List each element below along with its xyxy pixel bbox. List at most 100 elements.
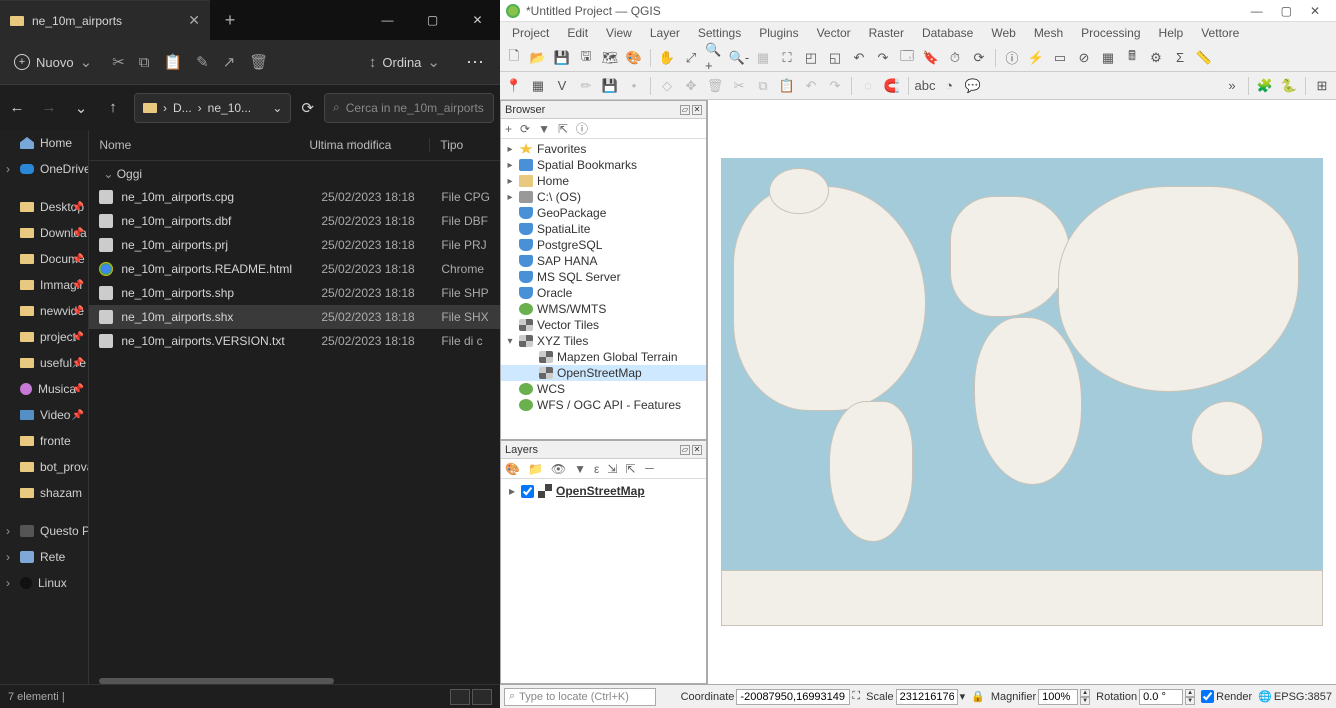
breadcrumb-part1[interactable]: D...	[173, 101, 192, 115]
zoom-in-icon[interactable]: 🔍+	[705, 48, 725, 68]
menu-layer[interactable]: Layer	[642, 24, 688, 42]
close-button[interactable]: ✕	[1310, 4, 1320, 18]
coord-input[interactable]	[736, 689, 850, 705]
zoom-full-icon[interactable]: ⛶	[777, 48, 797, 68]
search-box[interactable]: ⌕ Cerca in ne_10m_airports	[324, 93, 494, 123]
layer-item[interactable]: ▸ OpenStreetMap	[501, 481, 706, 501]
minimize-button[interactable]: —	[1251, 4, 1263, 18]
rename-icon[interactable]: ✎	[196, 53, 209, 71]
deselect-icon[interactable]: ⊘	[1074, 48, 1094, 68]
maximize-button[interactable]: ▢	[1281, 4, 1292, 18]
browser-item[interactable]: Mapzen Global Terrain	[501, 349, 706, 365]
col-type[interactable]: Tipo	[429, 138, 490, 152]
browser-item[interactable]: ▸Home	[501, 173, 706, 189]
maximize-button[interactable]: ▢	[410, 0, 455, 40]
paste-icon[interactable]: 📋	[163, 53, 182, 71]
zoom-out-icon[interactable]: 🔍-	[729, 48, 749, 68]
zoom-native-icon[interactable]: ▦	[753, 48, 773, 68]
browser-item[interactable]: SAP HANA	[501, 253, 706, 269]
style-icon[interactable]: 🎨	[505, 462, 520, 476]
expand-icon[interactable]: ▸	[505, 176, 515, 187]
new-tab-button[interactable]: +	[210, 10, 250, 31]
extent-icon[interactable]: ⛶	[852, 690, 860, 703]
copy-feature-icon[interactable]: ⧉	[753, 76, 773, 96]
refresh-button[interactable]: ⟳	[301, 99, 314, 117]
file-row[interactable]: ne_10m_airports.shp25/02/2023 18:18File …	[89, 281, 500, 305]
annot-icon[interactable]: 💬	[963, 76, 983, 96]
browser-item[interactable]: GeoPackage	[501, 205, 706, 221]
zoom-selection-icon[interactable]: ◰	[801, 48, 821, 68]
nav-item[interactable]: newvide📌	[0, 298, 88, 324]
undo-icon[interactable]: ↶	[801, 76, 821, 96]
collapse-icon[interactable]: ⇱	[558, 122, 568, 136]
browser-item[interactable]: SpatiaLite	[501, 221, 706, 237]
back-button[interactable]: ←	[6, 99, 28, 116]
col-modified[interactable]: Ultima modifica	[309, 138, 429, 152]
close-panel-icon[interactable]: ✕	[692, 445, 702, 455]
breadcrumb-part2[interactable]: ne_10...	[208, 101, 251, 115]
vertex-icon[interactable]: ◇	[657, 76, 677, 96]
select-icon[interactable]: ▭	[1050, 48, 1070, 68]
locator-input[interactable]: ⌕ Type to locate (Ctrl+K)	[504, 688, 656, 706]
menu-edit[interactable]: Edit	[559, 24, 596, 42]
add-feature-icon[interactable]: •	[624, 76, 644, 96]
cut-icon[interactable]: ✂	[112, 53, 125, 71]
measure-icon[interactable]: 📏	[1194, 48, 1214, 68]
close-window-button[interactable]: ✕	[455, 0, 500, 40]
nav-item[interactable]: fronte	[0, 428, 88, 454]
nav-item[interactable]: shazam	[0, 480, 88, 506]
refresh-icon[interactable]: ⟳	[969, 48, 989, 68]
chevron-down-icon[interactable]: ⌄	[272, 101, 282, 115]
copy-icon[interactable]: ⧉	[139, 54, 150, 71]
close-panel-icon[interactable]: ✕	[692, 105, 702, 115]
nav-item[interactable]: Downloa📌	[0, 220, 88, 246]
browser-item[interactable]: PostgreSQL	[501, 237, 706, 253]
sort-button[interactable]: ↕ Ordina ⌄	[363, 49, 446, 75]
expand-icon[interactable]: ▸	[507, 484, 517, 498]
browser-item[interactable]: Oracle	[501, 285, 706, 301]
browser-item[interactable]: ▸Spatial Bookmarks	[501, 157, 706, 173]
file-row[interactable]: ne_10m_airports.prj25/02/2023 18:18File …	[89, 233, 500, 257]
action-icon[interactable]: ⚡	[1026, 48, 1046, 68]
menu-web[interactable]: Web	[983, 24, 1023, 42]
remove-layer-icon[interactable]: －	[644, 460, 656, 477]
add-layer-icon[interactable]: +	[505, 122, 512, 136]
nav-item[interactable]: Musica📌	[0, 376, 88, 402]
expand-icon[interactable]: ▸	[505, 160, 515, 171]
nav-item[interactable]: useful re📌	[0, 350, 88, 376]
visibility-icon[interactable]: 👁	[551, 462, 566, 476]
browser-item[interactable]: WCS	[501, 381, 706, 397]
render-checkbox[interactable]	[1201, 690, 1214, 703]
new-button[interactable]: + Nuovo ⌄	[8, 49, 98, 75]
open-project-icon[interactable]: 📂	[528, 48, 548, 68]
menu-project[interactable]: Project	[504, 24, 557, 42]
file-row[interactable]: ne_10m_airports.dbf25/02/2023 18:18File …	[89, 209, 500, 233]
digitize-icon[interactable]: ◌	[858, 76, 878, 96]
save-edits-icon[interactable]: 💾	[600, 76, 620, 96]
nav-item[interactable]: Desktop📌	[0, 194, 88, 220]
nav-item[interactable]: OneDrive -	[0, 156, 88, 182]
style-icon[interactable]: 🎨	[624, 48, 644, 68]
undock-icon[interactable]: ▱	[680, 445, 690, 455]
forward-button[interactable]: →	[38, 99, 60, 116]
nav-item[interactable]: Linux	[0, 570, 88, 596]
expand-toolbar-icon[interactable]: »	[1222, 76, 1242, 96]
tab-active[interactable]: ne_10m_airports ✕	[0, 0, 210, 40]
menu-settings[interactable]: Settings	[690, 24, 749, 42]
diagram-icon[interactable]: ◔	[939, 76, 959, 96]
expand-icon[interactable]: ▾	[505, 336, 515, 347]
identify-icon[interactable]: ⓘ	[1002, 48, 1022, 68]
menu-mesh[interactable]: Mesh	[1026, 24, 1071, 42]
share-icon[interactable]: ↗	[223, 53, 236, 71]
browser-item[interactable]: MS SQL Server	[501, 269, 706, 285]
expand-icon[interactable]: ▸	[505, 192, 515, 203]
pan-icon[interactable]: ✋	[657, 48, 677, 68]
filter-legend-icon[interactable]: ▼	[574, 462, 586, 476]
new-map-icon[interactable]: 🗔	[897, 48, 917, 68]
nav-item[interactable]: bot_prova	[0, 454, 88, 480]
filter-icon[interactable]: ▼	[538, 122, 550, 136]
nav-item[interactable]: Video📌	[0, 402, 88, 428]
properties-icon[interactable]: ⓘ	[576, 120, 588, 137]
stats-icon[interactable]: Σ	[1170, 48, 1190, 68]
expand-all-icon[interactable]: ⇲	[607, 462, 617, 476]
